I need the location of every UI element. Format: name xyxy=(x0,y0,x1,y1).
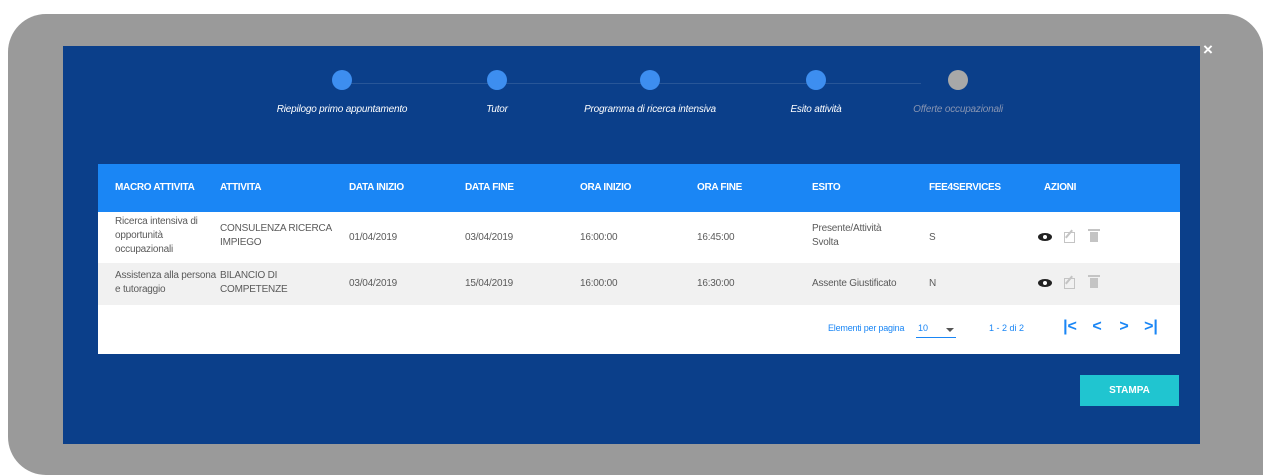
print-button[interactable]: STAMPA xyxy=(1080,375,1179,406)
cell-data-inizio: 01/04/2019 xyxy=(349,232,398,243)
trash-icon[interactable] xyxy=(1088,275,1104,290)
cell-ora-fine: 16:30:00 xyxy=(697,278,735,289)
edit-icon[interactable] xyxy=(1064,276,1078,290)
cell-text: Assistenza alla persona xyxy=(115,270,217,281)
header-attivita[interactable]: ATTIVITA xyxy=(220,164,261,212)
cell-data-fine: 03/04/2019 xyxy=(465,232,514,243)
step-indicator xyxy=(640,70,660,90)
step-indicator xyxy=(487,70,507,90)
progress-stepper: Riepilogo primo appuntamento Tutor Progr… xyxy=(63,46,1200,146)
header-esito[interactable]: ESITO xyxy=(812,164,841,212)
header-data-fine[interactable]: DATA FINE xyxy=(465,164,514,212)
cell-text: IMPIEGO xyxy=(220,237,262,248)
cell-macro-attivita: Ricerca intensiva di opportunità occupaz… xyxy=(115,215,198,257)
next-page-button[interactable]: > xyxy=(1115,317,1133,337)
step-indicator xyxy=(948,70,968,90)
row-actions xyxy=(1038,229,1104,244)
cell-data-fine: 15/04/2019 xyxy=(465,278,514,289)
activities-table: MACRO ATTIVITA ATTIVITA DATA INIZIO DATA… xyxy=(98,164,1180,354)
cell-text: COMPETENZE xyxy=(220,284,288,295)
cell-ora-inizio: 16:00:00 xyxy=(580,232,618,243)
header-azioni: AZIONI xyxy=(1044,182,1077,193)
pagination-bar: Elementi per pagina 10 1 - 2 di 2 |< < >… xyxy=(98,305,1180,354)
cell-text: Presente/Attività xyxy=(812,223,882,234)
cell-text: Svolta xyxy=(812,237,839,248)
step-offerte[interactable]: Offerte occupazionali xyxy=(848,70,1068,115)
table-row: Assistenza alla persona e tutoraggio BIL… xyxy=(98,263,1180,305)
cell-fee4services: S xyxy=(929,232,936,243)
header-fee4services[interactable]: FEE4SERVICES xyxy=(929,164,1001,212)
cell-attivita: CONSULENZA RICERCA IMPIEGO xyxy=(220,222,332,250)
eye-icon[interactable] xyxy=(1038,276,1052,290)
page-size-select[interactable]: 10 xyxy=(916,319,956,338)
activity-summary-modal: Riepilogo primo appuntamento Tutor Progr… xyxy=(63,46,1200,444)
prev-page-button[interactable]: < xyxy=(1088,317,1106,337)
cell-esito: Presente/Attività Svolta xyxy=(812,222,882,250)
cell-fee4services: N xyxy=(929,278,937,289)
cell-text: opportunità xyxy=(115,230,163,241)
header-ora-fine[interactable]: ORA FINE xyxy=(697,164,742,212)
chevron-down-icon xyxy=(946,328,954,332)
header-macro-attivita[interactable]: MACRO ATTIVITA xyxy=(115,164,195,212)
close-icon[interactable]: × xyxy=(1199,41,1217,59)
page-range: 1 - 2 di 2 xyxy=(989,323,1025,333)
cell-esito: Assente Giustificato xyxy=(812,277,897,291)
cell-ora-inizio: 16:00:00 xyxy=(580,278,618,289)
cell-text: BILANCIO DI xyxy=(220,270,278,281)
step-indicator xyxy=(806,70,826,90)
header-data-inizio[interactable]: DATA INIZIO xyxy=(349,164,404,212)
cell-text: Ricerca intensiva di xyxy=(115,216,198,227)
eye-icon[interactable] xyxy=(1038,230,1052,244)
cell-data-inizio: 03/04/2019 xyxy=(349,278,398,289)
cell-text: occupazionali xyxy=(115,244,173,255)
cell-text: CONSULENZA RICERCA xyxy=(220,223,332,234)
last-page-button[interactable]: >| xyxy=(1142,317,1160,337)
first-page-button[interactable]: |< xyxy=(1061,317,1079,337)
cell-text: e tutoraggio xyxy=(115,284,166,295)
page-size-value: 10 xyxy=(918,323,929,333)
row-actions xyxy=(1038,275,1104,290)
table-row: Ricerca intensiva di opportunità occupaz… xyxy=(98,212,1180,263)
cell-macro-attivita: Assistenza alla persona e tutoraggio xyxy=(115,269,216,297)
trash-icon[interactable] xyxy=(1088,229,1104,244)
edit-icon[interactable] xyxy=(1064,230,1078,244)
page-size-label: Elementi per pagina xyxy=(828,323,905,333)
header-ora-inizio[interactable]: ORA INIZIO xyxy=(580,164,631,212)
cell-text: Assente Giustificato xyxy=(812,278,897,289)
cell-ora-fine: 16:45:00 xyxy=(697,232,735,243)
cell-attivita: BILANCIO DI COMPETENZE xyxy=(220,269,288,297)
table-header: MACRO ATTIVITA ATTIVITA DATA INIZIO DATA… xyxy=(98,164,1180,212)
step-label: Offerte occupazionali xyxy=(913,104,1003,115)
step-indicator xyxy=(332,70,352,90)
